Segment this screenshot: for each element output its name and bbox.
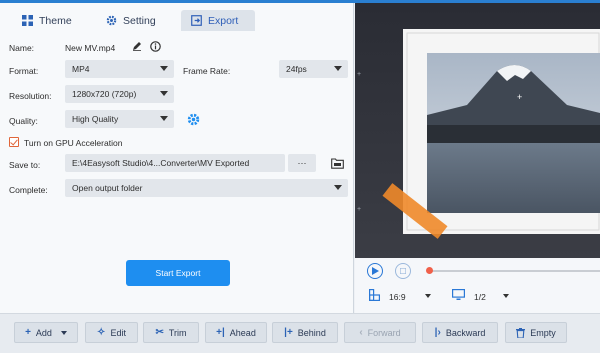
complete-select[interactable]: Open output folder bbox=[65, 179, 348, 197]
grid-icon bbox=[22, 15, 33, 26]
tab-theme[interactable]: Theme bbox=[22, 10, 72, 31]
format-select[interactable]: MP4 bbox=[65, 60, 174, 78]
play-icon bbox=[372, 267, 379, 275]
tab-setting[interactable]: Setting bbox=[106, 10, 156, 31]
resolution-label: Resolution: bbox=[9, 91, 52, 101]
pencil-icon[interactable] bbox=[132, 41, 142, 51]
trim-button[interactable]: ✂ Trim bbox=[143, 322, 199, 343]
forward-icon: ‹ bbox=[359, 327, 363, 338]
edit-button-label: Edit bbox=[110, 327, 126, 338]
svg-text:+: + bbox=[357, 206, 361, 213]
ahead-button[interactable]: +| Ahead bbox=[205, 322, 267, 343]
forward-button[interactable]: ‹ Forward bbox=[344, 322, 416, 343]
scissors-icon: ✂ bbox=[155, 327, 164, 338]
chevron-down-icon bbox=[334, 185, 342, 190]
chevron-down-icon bbox=[334, 66, 342, 71]
aspect-ratio-value[interactable]: 16:9 bbox=[389, 292, 406, 302]
video-preview: + + + bbox=[355, 3, 600, 258]
backward-button[interactable]: |› Backward bbox=[422, 322, 498, 343]
start-export-button[interactable]: Start Export bbox=[126, 260, 230, 286]
quality-select-value: High Quality bbox=[72, 114, 119, 124]
stop-icon bbox=[399, 267, 406, 274]
saveto-path-field[interactable]: E:\4Easysoft Studio\4...Converter\MV Exp… bbox=[65, 154, 285, 172]
insert-behind-icon: |+ bbox=[284, 327, 293, 338]
progress-handle[interactable] bbox=[426, 267, 433, 274]
empty-button-label: Empty bbox=[530, 327, 556, 338]
gear-icon bbox=[106, 15, 117, 26]
resolution-select-value: 1280x720 (720p) bbox=[72, 89, 137, 99]
trash-icon bbox=[516, 327, 526, 338]
open-folder-button[interactable] bbox=[326, 154, 348, 172]
saveto-path-value: E:\4Easysoft Studio\4...Converter\MV Exp… bbox=[72, 158, 250, 168]
chevron-down-icon bbox=[160, 116, 168, 121]
insert-ahead-icon: +| bbox=[216, 327, 225, 338]
svg-text:+: + bbox=[357, 71, 361, 78]
framerate-select[interactable]: 24fps bbox=[279, 60, 348, 78]
tab-theme-label: Theme bbox=[39, 14, 72, 27]
empty-button[interactable]: Empty bbox=[505, 322, 567, 343]
complete-label: Complete: bbox=[9, 185, 48, 195]
play-button[interactable] bbox=[367, 263, 383, 279]
chevron-down-icon bbox=[160, 91, 168, 96]
chevron-down-icon[interactable] bbox=[425, 294, 431, 298]
ahead-button-label: Ahead bbox=[229, 327, 256, 338]
folder-icon bbox=[330, 157, 344, 169]
chevron-down-icon[interactable] bbox=[503, 294, 509, 298]
tab-setting-label: Setting bbox=[123, 14, 156, 27]
backward-button-label: Backward bbox=[445, 327, 486, 338]
export-icon bbox=[191, 15, 202, 26]
format-select-value: MP4 bbox=[72, 64, 90, 74]
tab-bar: Theme Setting Export bbox=[0, 3, 354, 33]
behind-button[interactable]: |+ Behind bbox=[272, 322, 338, 343]
name-label: Name: bbox=[9, 43, 35, 53]
framerate-label: Frame Rate: bbox=[183, 66, 231, 76]
forward-button-label: Forward bbox=[367, 327, 401, 338]
magic-wand-icon: ✧ bbox=[97, 327, 106, 338]
monitor-icon bbox=[452, 289, 465, 300]
gpu-checkbox[interactable] bbox=[9, 137, 19, 147]
name-value: New MV.mp4 bbox=[65, 43, 116, 53]
plus-icon: + bbox=[25, 327, 31, 338]
trim-button-label: Trim bbox=[168, 327, 187, 338]
behind-button-label: Behind bbox=[297, 327, 326, 338]
aspect-ratio-icon bbox=[369, 289, 380, 301]
info-icon[interactable] bbox=[150, 41, 161, 52]
quality-settings-gear-icon[interactable] bbox=[187, 113, 200, 126]
stop-button[interactable] bbox=[395, 263, 411, 279]
progress-track[interactable] bbox=[430, 270, 600, 272]
chevron-down-icon[interactable] bbox=[60, 330, 67, 335]
gpu-label: Turn on GPU Acceleration bbox=[24, 138, 123, 148]
quality-select[interactable]: High Quality bbox=[65, 110, 174, 128]
backward-icon: |› bbox=[434, 327, 441, 338]
complete-select-value: Open output folder bbox=[72, 183, 143, 193]
browse-button-label: ··· bbox=[297, 158, 307, 168]
tab-export[interactable]: Export bbox=[181, 10, 255, 31]
tab-export-label: Export bbox=[208, 14, 239, 27]
export-settings-panel: Theme Setting Export Name: New MV.mp4 Fo… bbox=[0, 3, 354, 313]
browse-button[interactable]: ··· bbox=[288, 154, 316, 172]
mountain-photo: + bbox=[427, 53, 600, 213]
saveto-label: Save to: bbox=[9, 160, 41, 170]
quality-label: Quality: bbox=[9, 116, 38, 126]
add-button-label: Add bbox=[35, 327, 52, 338]
bottom-toolbar: + Add ✧ Edit ✂ Trim +| Ahead |+ Behind ‹… bbox=[0, 313, 600, 353]
framerate-select-value: 24fps bbox=[286, 64, 307, 74]
add-button[interactable]: + Add bbox=[14, 322, 78, 343]
resolution-select[interactable]: 1280x720 (720p) bbox=[65, 85, 174, 103]
format-label: Format: bbox=[9, 66, 39, 76]
svg-text:+: + bbox=[517, 92, 522, 102]
edit-button[interactable]: ✧ Edit bbox=[85, 322, 138, 343]
chevron-down-icon bbox=[160, 66, 168, 71]
page-indicator[interactable]: 1/2 bbox=[474, 292, 486, 302]
playback-controls: 16:9 1/2 bbox=[355, 258, 600, 313]
